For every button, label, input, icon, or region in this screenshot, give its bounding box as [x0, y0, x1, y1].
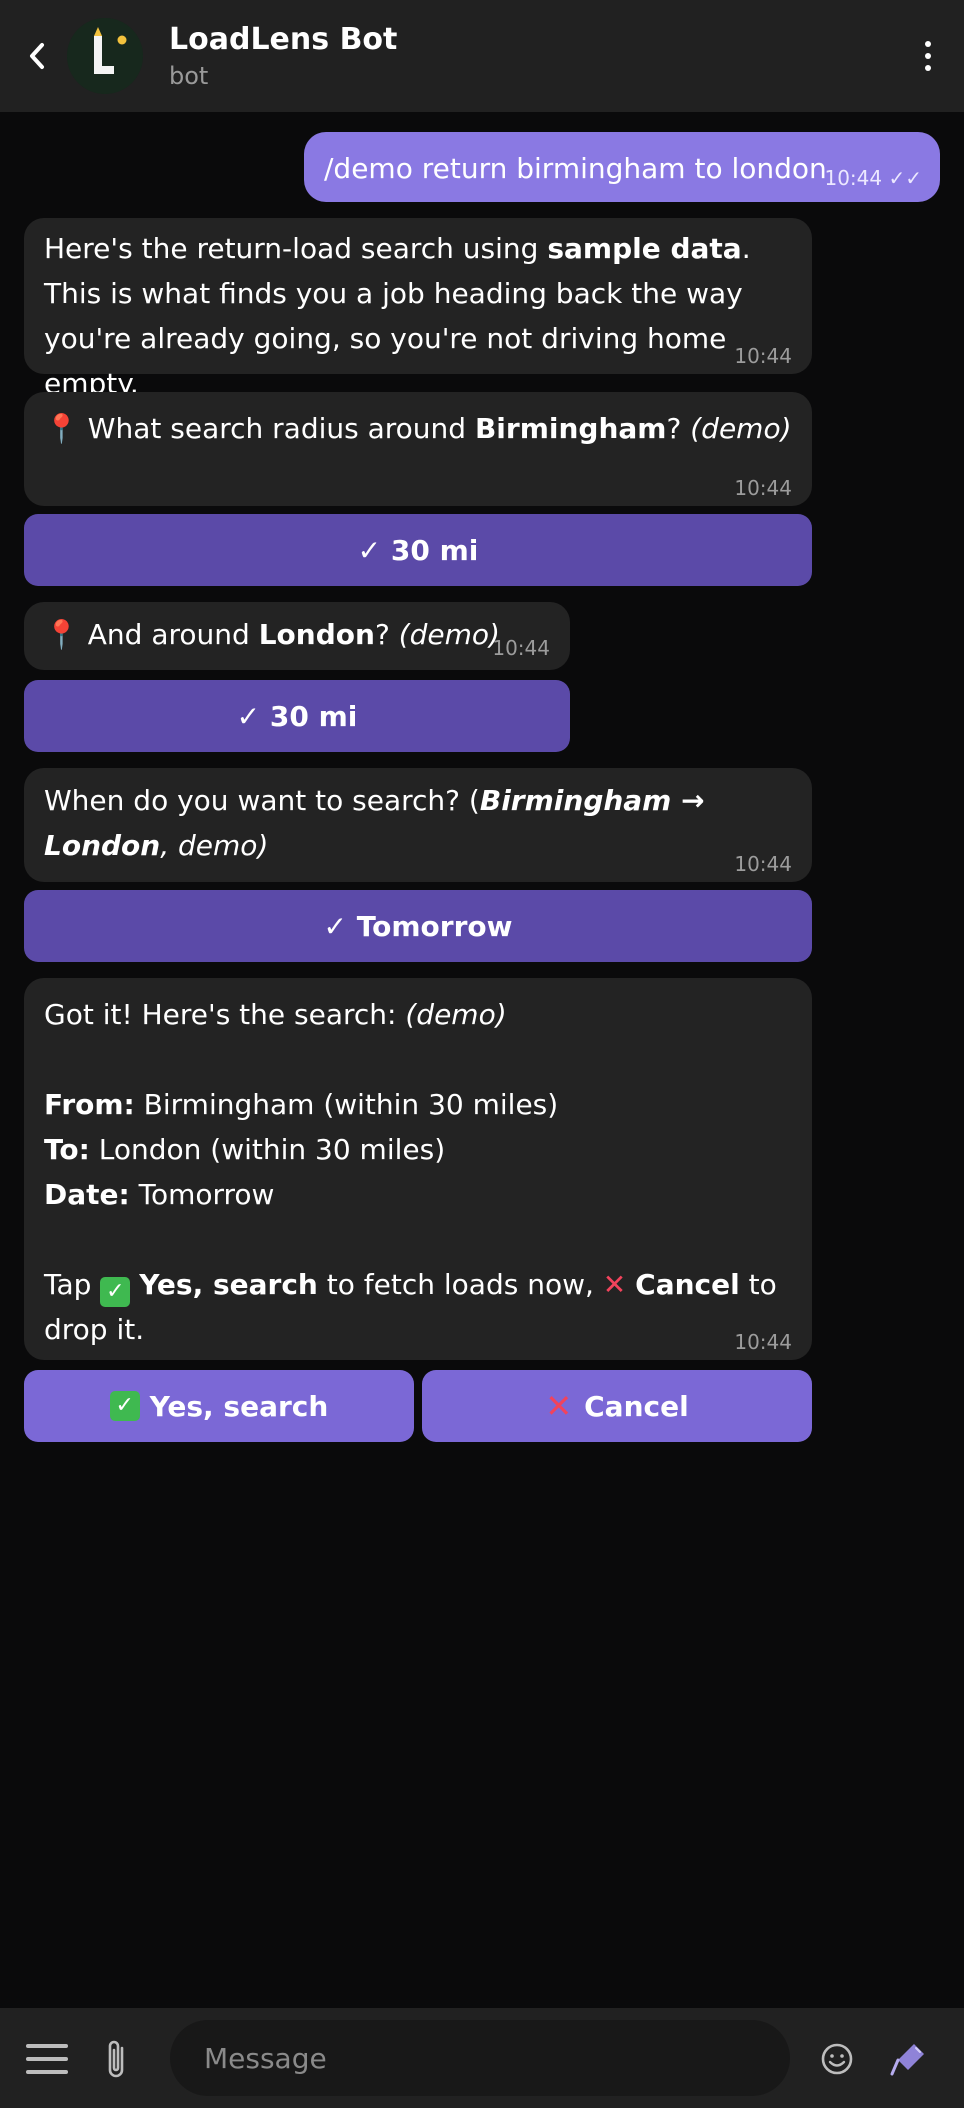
- emoji-icon[interactable]: [820, 2042, 854, 2076]
- loadlens-logo: [67, 18, 143, 94]
- message-time: 10:44: [492, 636, 550, 660]
- summary-date: Date: Tomorrow: [44, 1178, 275, 1211]
- summary-instructions: Tap ✓ Yes, search to fetch loads now, ✕ …: [44, 1268, 777, 1346]
- more-vert-icon: [925, 41, 931, 47]
- summary-line: Got it! Here's the search: (demo): [44, 998, 507, 1031]
- cancel-button[interactable]: ✕ Cancel: [422, 1370, 812, 1442]
- message-time: 10:44 ✓✓: [824, 166, 922, 190]
- cross-mark-icon: ✕: [602, 1268, 627, 1301]
- bot-message-radius-birmingham[interactable]: 📍 What search radius around Birmingham? …: [24, 392, 812, 506]
- bot-message-summary[interactable]: Got it! Here's the search: (demo) From: …: [24, 978, 812, 1360]
- check-mark-icon: ✓: [109, 1391, 140, 1421]
- bot-message-intro[interactable]: Here's the return-load search using samp…: [24, 218, 812, 400]
- paperclip-icon[interactable]: [102, 2038, 132, 2082]
- microphone-icon[interactable]: [886, 2040, 930, 2080]
- back-button[interactable]: [20, 36, 54, 76]
- more-menu-button[interactable]: [912, 34, 944, 78]
- radius-birmingham-button[interactable]: ✓ 30 mi: [24, 514, 812, 586]
- outgoing-message[interactable]: /demo return birmingham to london 10:44 …: [304, 132, 940, 202]
- date-tomorrow-button[interactable]: ✓ Tomorrow: [24, 890, 812, 962]
- avatar[interactable]: [67, 18, 143, 94]
- chat-subtitle: bot: [169, 62, 209, 90]
- yes-search-button[interactable]: ✓ Yes, search: [24, 1370, 414, 1442]
- message-time: 10:44: [734, 1330, 792, 1354]
- message-text: /demo return birmingham to london: [324, 152, 827, 185]
- message-time: 10:44: [734, 344, 792, 368]
- message-time: 10:44: [734, 852, 792, 876]
- pin-icon: 📍: [44, 618, 79, 651]
- back-arrow-icon: [30, 43, 44, 69]
- chat-title[interactable]: LoadLens Bot: [169, 22, 397, 57]
- message-input[interactable]: [170, 2020, 790, 2096]
- double-check-icon: ✓✓: [888, 166, 922, 190]
- cross-mark-icon: ✕: [545, 1387, 573, 1425]
- message-time: 10:44: [734, 476, 792, 500]
- bot-message-date[interactable]: When do you want to search? (Birmingham …: [24, 768, 812, 882]
- chat-header: LoadLens Bot bot: [0, 0, 964, 112]
- check-mark-icon: ✓: [100, 1277, 131, 1307]
- summary-to: To: London (within 30 miles): [44, 1133, 446, 1166]
- pin-icon: 📍: [44, 412, 79, 445]
- summary-from: From: Birmingham (within 30 miles): [44, 1088, 559, 1121]
- bot-message-radius-london[interactable]: 📍 And around London? (demo) 10:44: [24, 602, 570, 670]
- radius-london-button[interactable]: ✓ 30 mi: [24, 680, 570, 752]
- menu-icon[interactable]: [26, 2044, 68, 2074]
